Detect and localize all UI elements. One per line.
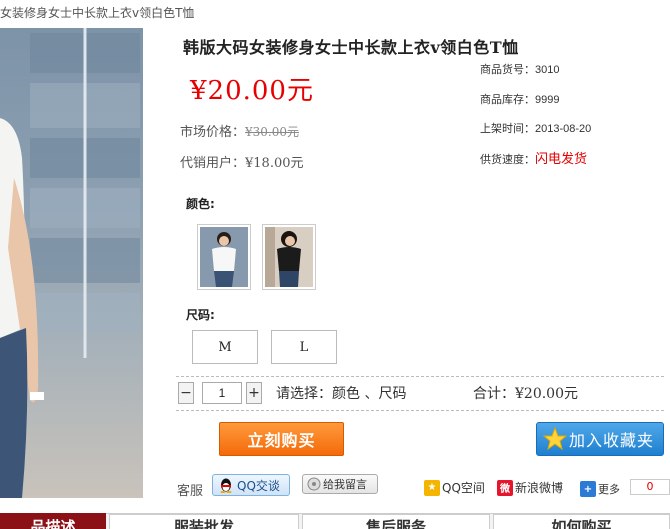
agent-price-value: ¥18.00元 (245, 156, 304, 171)
buy-now-button[interactable]: 立刻购买 (219, 422, 344, 456)
sku-label: 商品货号： (480, 63, 535, 76)
sku-row: 商品货号：3010 (480, 61, 559, 77)
size-option-m[interactable]: M (192, 330, 258, 364)
share-more-link[interactable]: + 更多 (580, 481, 620, 497)
total-row: 合计：¥20.00元 (473, 383, 578, 403)
market-price-value: ¥30.00元 (245, 125, 300, 139)
share-more-label: 更多 (598, 483, 620, 496)
stock-label: 商品库存： (480, 93, 535, 106)
size-option-l[interactable]: L (271, 330, 337, 364)
product-main-image[interactable] (0, 28, 143, 498)
size-title: 尺码: (186, 308, 215, 322)
color-swatch-black[interactable] (262, 224, 316, 290)
tab-after-sales[interactable]: 售后服务 (302, 513, 490, 529)
customer-service-label: 客服 (177, 484, 204, 499)
market-price-row: 市场价格：¥30.00元 (180, 121, 299, 140)
qzone-icon: ★ (424, 479, 440, 496)
select-prompt: 请选择：颜色 、尺码 (276, 386, 407, 402)
add-to-favorites-button[interactable]: 加入收藏夹 (536, 422, 664, 456)
date-label: 上架时间： (480, 122, 535, 135)
share-weibo-label: 新浪微博 (515, 481, 564, 495)
share-qzone-label: QQ空间 (442, 481, 485, 495)
quantity-input[interactable] (202, 382, 242, 404)
add-to-favorites-label: 加入收藏夹 (569, 431, 655, 450)
date-value: 2013-08-20 (535, 123, 592, 135)
market-price-label: 市场价格： (180, 125, 246, 140)
sku-value: 3010 (535, 64, 560, 76)
tab-description[interactable]: 品描述 (0, 513, 106, 529)
quantity-plus-button[interactable]: + (246, 382, 262, 404)
agent-price-row: 代销用户：¥18.00元 (180, 152, 304, 171)
product-price: ¥20.00元 (190, 76, 314, 106)
divider-top (176, 376, 664, 377)
plus-icon: + (580, 481, 596, 497)
qq-chat-label: QQ交谈 (237, 478, 280, 493)
product-title: 韩版大码女装修身女士中长款上衣v领白色T恤 (183, 38, 519, 57)
tab-how-to-buy[interactable]: 如何购买 (493, 513, 670, 529)
qq-penguin-icon (218, 477, 234, 496)
message-icon (307, 477, 321, 494)
star-icon (542, 426, 568, 455)
share-qzone-link[interactable]: ★ QQ空间 (424, 479, 485, 496)
leave-message-label: 给我留言 (323, 478, 367, 491)
speed-row: 供货速度：闪电发货 (480, 148, 587, 167)
divider-bottom (176, 410, 664, 411)
tab-wholesale[interactable]: 服装批发 (109, 513, 299, 529)
stock-row: 商品库存：9999 (480, 91, 559, 107)
total-value: ¥20.00元 (515, 386, 578, 402)
qq-chat-button[interactable]: QQ交谈 (212, 474, 290, 496)
share-count-badge: 0 (630, 479, 670, 495)
weibo-icon: 微 (497, 479, 513, 496)
speed-label: 供货速度： (480, 153, 535, 166)
color-title: 颜色: (186, 197, 215, 211)
speed-value: 闪电发货 (535, 152, 588, 167)
color-swatch-white[interactable] (197, 224, 251, 290)
share-weibo-link[interactable]: 微 新浪微博 (497, 479, 563, 496)
agent-price-label: 代销用户： (180, 156, 246, 171)
quantity-minus-button[interactable]: − (178, 382, 194, 404)
breadcrumb: 女装修身女士中长款上衣v领白色T恤 (0, 6, 195, 20)
leave-message-button[interactable]: 给我留言 (302, 474, 378, 494)
date-row: 上架时间：2013-08-20 (480, 120, 591, 136)
stock-value: 9999 (535, 94, 560, 106)
total-label: 合计： (473, 386, 515, 402)
